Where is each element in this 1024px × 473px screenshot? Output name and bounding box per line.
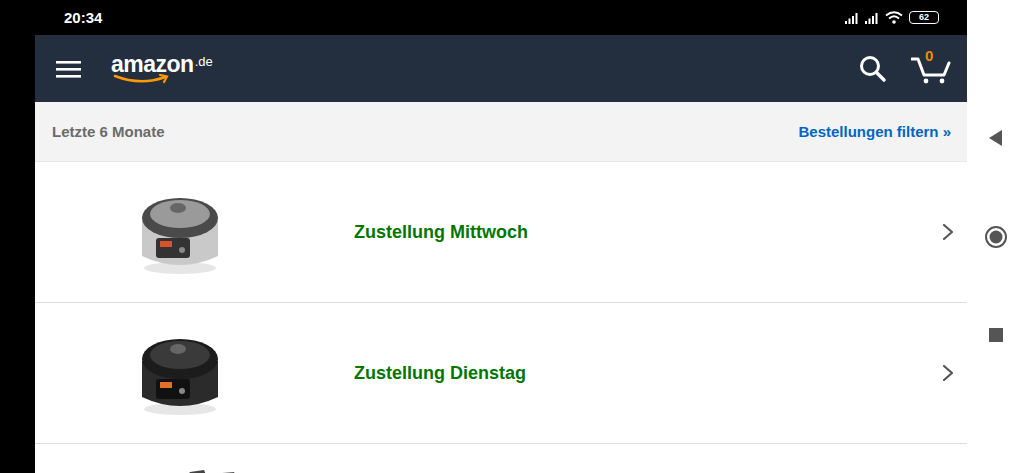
menu-icon[interactable] [56,59,82,79]
chevron-right-icon[interactable] [941,363,955,383]
logo-suffix[interactable]: .de [195,55,213,68]
status-icons: 62 [845,11,939,24]
period-label: Letzte 6 Monate [52,123,165,140]
recents-icon[interactable] [986,325,1006,345]
clock: 20:34 [64,9,102,26]
signal-icon [865,12,879,24]
product-image [170,464,250,473]
search-icon[interactable] [859,55,887,83]
app-header: amazon.de 0 [35,35,967,102]
home-icon[interactable] [984,225,1008,249]
battery-level: 62 [919,13,929,22]
cart-button[interactable]: 0 [911,53,951,85]
signal-icon [845,12,859,24]
product-thumbnail[interactable] [130,182,230,282]
main-area: amazon.de 0 Letzte 6 Monate Bestellungen fi… [0,35,967,473]
product-image[interactable] [130,182,230,282]
delivery-status[interactable]: Zustellung Mittwoch [354,222,941,243]
screen-edge [0,35,35,473]
chevron-right-icon[interactable] [941,222,955,242]
wifi-icon [885,11,903,24]
status-bar: 20:34 62 [0,0,967,35]
screen: 20:34 62 amazon.de 0 Letzte 6 Monate Bestellu… [0,0,967,473]
smile-icon [113,74,173,84]
cart-count[interactable]: 0 [925,47,933,64]
filter-bar: Letzte 6 Monate Bestellungen filtern » [35,102,967,162]
amazon-logo[interactable]: amazon.de [111,53,213,84]
back-icon[interactable] [986,127,1006,149]
filter-link[interactable]: Bestellungen filtern » [798,123,951,140]
product-image[interactable] [130,323,230,423]
battery-indicator: 62 [909,11,939,24]
order-row[interactable]: Zustellung Dienstag [35,303,967,444]
next-order-row [35,444,967,473]
delivery-status[interactable]: Zustellung Dienstag [354,363,941,384]
navigation-bar [967,0,1024,473]
order-row[interactable]: Zustellung Mittwoch [35,162,967,303]
orders-page: amazon.de 0 Letzte 6 Monate Bestellungen fi… [35,35,967,473]
product-thumbnail[interactable] [130,323,230,423]
logo-name[interactable]: amazon [111,53,194,76]
